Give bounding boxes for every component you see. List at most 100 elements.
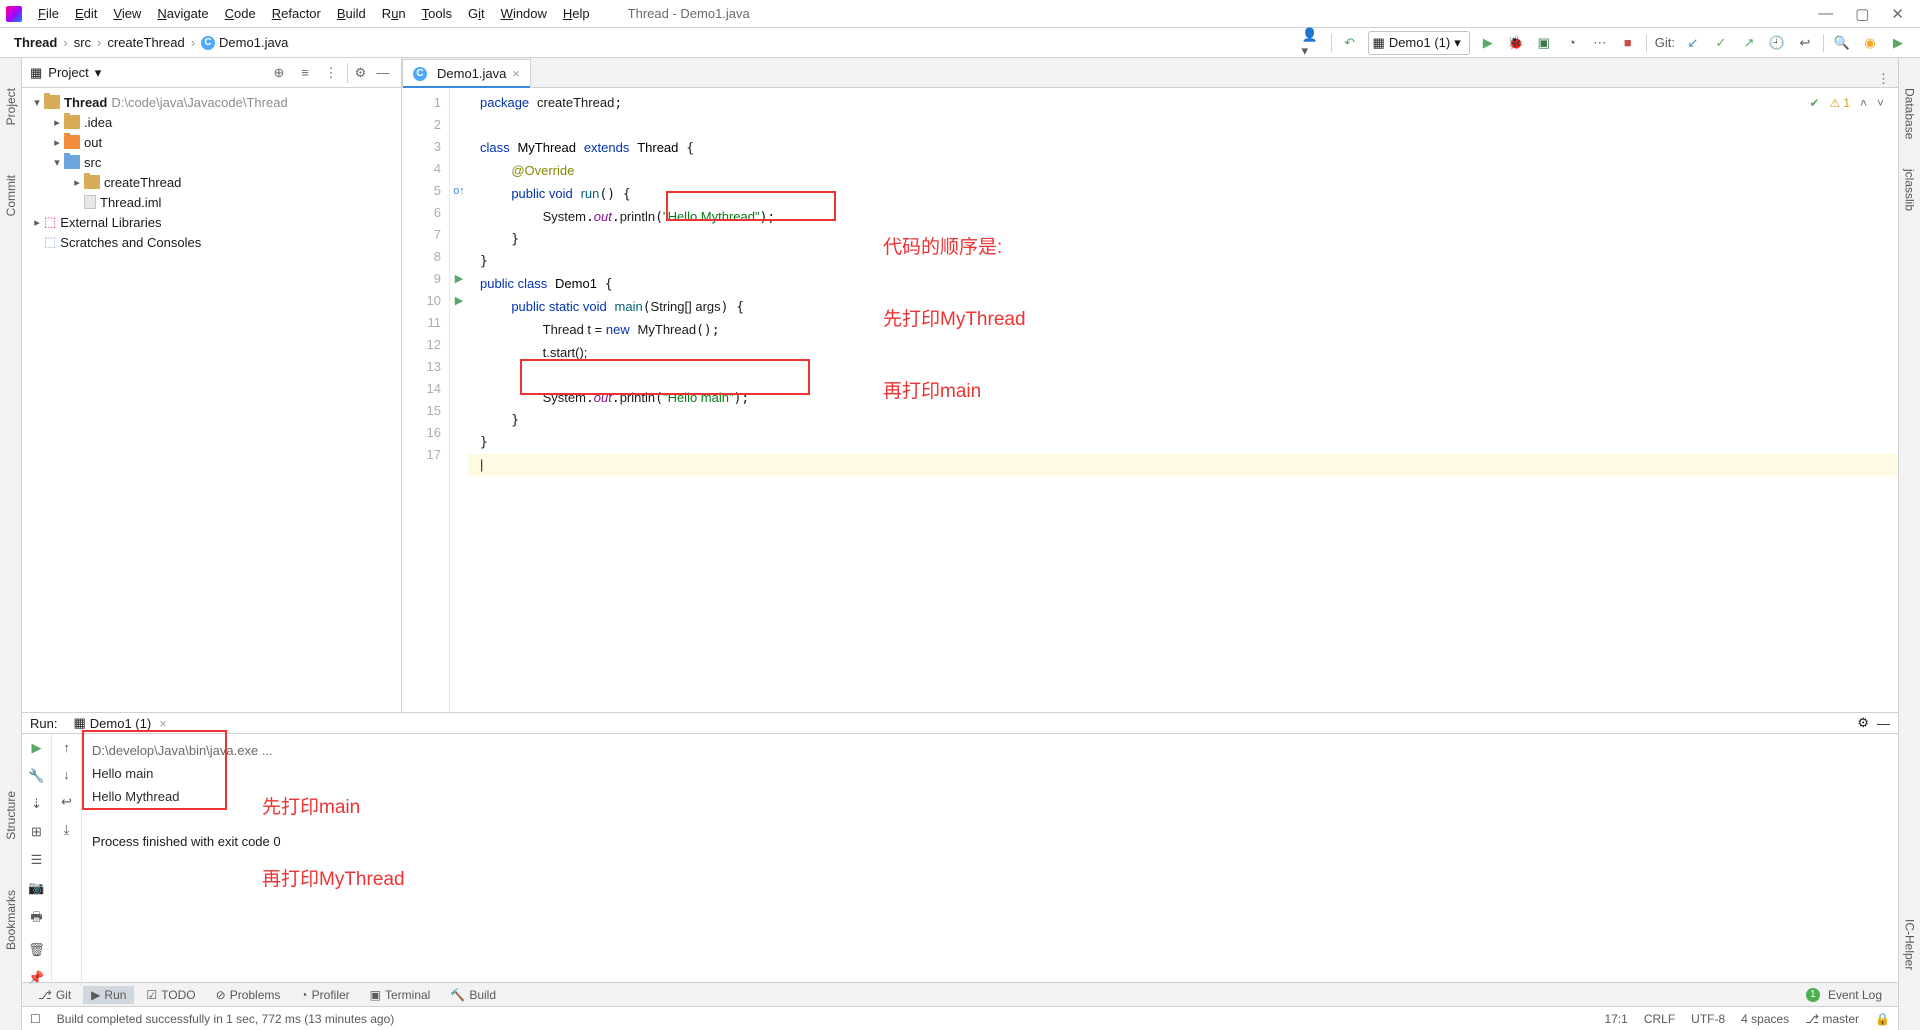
run-gutter-icon[interactable]: ▶ — [450, 268, 468, 290]
menu-code[interactable]: Code — [217, 3, 264, 24]
tree-out[interactable]: ▸out — [22, 132, 401, 152]
close-icon[interactable]: × — [512, 66, 520, 81]
wrench-icon[interactable]: 🔧 — [28, 768, 44, 784]
console-output[interactable]: D:\develop\Java\bin\java.exe ... Hello m… — [82, 734, 1898, 986]
menu-file[interactable]: File — [30, 3, 67, 24]
project-tree[interactable]: ▾ Thread D:\code\java\Javacode\Thread ▸.… — [22, 88, 401, 712]
menu-tools[interactable]: Tools — [414, 3, 460, 24]
collapse-all-icon[interactable]: ⋮ — [321, 63, 341, 83]
tool-commit[interactable]: Commit — [4, 175, 18, 216]
filter-icon[interactable]: ☰ — [31, 852, 43, 868]
print-icon[interactable]: 🖶 — [30, 908, 42, 930]
tool-jclasslib[interactable]: jclasslib — [1903, 169, 1917, 211]
tool-project[interactable]: Project — [4, 88, 18, 125]
tab-demo1[interactable]: C Demo1.java × — [402, 59, 531, 88]
git-rollback-icon[interactable]: ↩ — [1794, 32, 1816, 54]
git-update-icon[interactable]: ↙ — [1682, 32, 1704, 54]
tree-root[interactable]: ▾ Thread D:\code\java\Javacode\Thread — [22, 92, 401, 112]
inspection-widget[interactable]: ✔ 1 ˄ ˅ — [1809, 96, 1884, 110]
debug-button[interactable]: 🐞 — [1505, 32, 1527, 54]
tool-terminal[interactable]: ▣ Terminal — [362, 986, 439, 1004]
maximize-button[interactable]: ▢ — [1855, 5, 1869, 23]
tool-profiler[interactable]: ◔ Profiler — [292, 986, 357, 1004]
editor-body[interactable]: 1234567891011121314151617 o↑ ▶ ▶ package… — [402, 88, 1898, 712]
status-lock-icon[interactable]: 🔒 — [1875, 1012, 1890, 1026]
status-encoding[interactable]: UTF-8 — [1691, 1012, 1725, 1026]
tool-ichelper[interactable]: IC-Helper — [1903, 919, 1917, 970]
back-arrow-icon[interactable]: ↶ — [1339, 32, 1361, 54]
tool-todo[interactable]: ☑ TODO — [138, 986, 203, 1004]
expand-all-icon[interactable]: ≡ — [295, 63, 315, 83]
tool-database[interactable]: Database — [1903, 88, 1917, 139]
status-caret-pos[interactable]: 17:1 — [1604, 1012, 1627, 1026]
minimize-button[interactable]: — — [1818, 5, 1833, 23]
tool-build[interactable]: 🔨 Build — [442, 986, 504, 1004]
chevron-down-icon[interactable]: ˅ — [1877, 96, 1884, 110]
run-gutter-icon[interactable]: ▶ — [450, 290, 468, 312]
menu-window[interactable]: Window — [493, 3, 555, 24]
menu-git[interactable]: Git — [460, 3, 493, 24]
coverage-button[interactable]: ▣ — [1533, 32, 1555, 54]
git-commit-icon[interactable]: ✓ — [1710, 32, 1732, 54]
git-history-icon[interactable]: 🕘 — [1766, 32, 1788, 54]
tool-run[interactable]: ▶ Run — [83, 986, 134, 1004]
tree-idea[interactable]: ▸.idea — [22, 112, 401, 132]
tree-create[interactable]: ▸createThread — [22, 172, 401, 192]
menu-edit[interactable]: Edit — [67, 3, 105, 24]
tab-options-icon[interactable]: ⋮ — [1869, 71, 1898, 87]
tree-iml[interactable]: Thread.iml — [22, 192, 401, 212]
locate-icon[interactable]: ⊕ — [269, 63, 289, 83]
gear-icon[interactable]: ⚙ — [1857, 715, 1869, 731]
crumb-pkg[interactable]: createThread — [101, 33, 190, 52]
up-icon[interactable]: ↑ — [63, 740, 70, 755]
project-title[interactable]: Project — [48, 65, 88, 80]
crumb-file[interactable]: CDemo1.java — [195, 33, 294, 53]
run-config-combo[interactable]: ▦ Demo1 (1) ▾ — [1368, 31, 1470, 55]
crumb-src[interactable]: src — [68, 33, 97, 52]
menu-view[interactable]: View — [105, 3, 149, 24]
close-button[interactable]: ✕ — [1891, 5, 1904, 23]
git-push-icon[interactable]: ↗ — [1738, 32, 1760, 54]
tree-scratches[interactable]: ⬚Scratches and Consoles — [22, 232, 401, 252]
tool-structure[interactable]: Structure — [4, 791, 18, 840]
code-area[interactable]: package createThread; class MyThread ext… — [468, 88, 1898, 712]
hide-icon[interactable]: — — [373, 63, 393, 83]
tree-src[interactable]: ▾src — [22, 152, 401, 172]
chevron-up-icon[interactable]: ˄ — [1860, 96, 1867, 110]
tool-git[interactable]: ⎇ Git — [30, 986, 79, 1004]
down-icon[interactable]: ⇣ — [31, 796, 42, 812]
profile-button[interactable]: ◔ — [1561, 32, 1583, 54]
search-icon[interactable]: 🔍 — [1831, 32, 1853, 54]
layout-icon[interactable]: ⊞ — [31, 824, 42, 840]
menu-build[interactable]: Build — [329, 3, 374, 24]
gear-icon[interactable]: ⚙ — [347, 63, 367, 83]
rerun-icon[interactable]: ▶ — [32, 740, 42, 756]
override-icon[interactable]: o↑ — [450, 180, 468, 202]
tree-ext[interactable]: ▸⬚External Libraries — [22, 212, 401, 232]
run-tab[interactable]: ▦Demo1 (1)× — [65, 713, 174, 733]
menu-refactor[interactable]: Refactor — [264, 3, 329, 24]
scroll-icon[interactable]: ⤓ — [64, 822, 70, 838]
tool-event-log[interactable]: 1Event Log — [1798, 986, 1890, 1004]
camera-icon[interactable]: 📷 — [28, 880, 44, 896]
add-user-icon[interactable]: 👤▾ — [1302, 32, 1324, 54]
status-indent[interactable]: 4 spaces — [1741, 1012, 1789, 1026]
menu-help[interactable]: Help — [555, 3, 598, 24]
run-button[interactable]: ▶ — [1477, 32, 1499, 54]
ide-settings-icon[interactable]: ◉ — [1859, 32, 1881, 54]
hide-icon[interactable]: — — [1877, 716, 1890, 731]
status-line-sep[interactable]: CRLF — [1644, 1012, 1675, 1026]
status-branch[interactable]: ⎇ master — [1805, 1012, 1859, 1026]
chevron-down-icon[interactable]: ▾ — [95, 65, 102, 81]
menu-navigate[interactable]: Navigate — [149, 3, 216, 24]
menu-run[interactable]: Run — [374, 3, 414, 24]
status-icon[interactable]: ☐ — [30, 1012, 41, 1026]
pin-icon[interactable]: 📌 — [28, 970, 44, 986]
trash-icon[interactable]: 🗑 — [28, 942, 45, 958]
close-icon[interactable]: × — [159, 716, 167, 731]
run-anything-icon[interactable]: ▶ — [1887, 32, 1909, 54]
tool-problems[interactable]: ⊘ Problems — [208, 986, 289, 1004]
attach-icon[interactable]: ⋯ — [1589, 32, 1611, 54]
tool-bookmarks[interactable]: Bookmarks — [4, 890, 18, 950]
down-icon[interactable]: ↓ — [63, 767, 70, 782]
